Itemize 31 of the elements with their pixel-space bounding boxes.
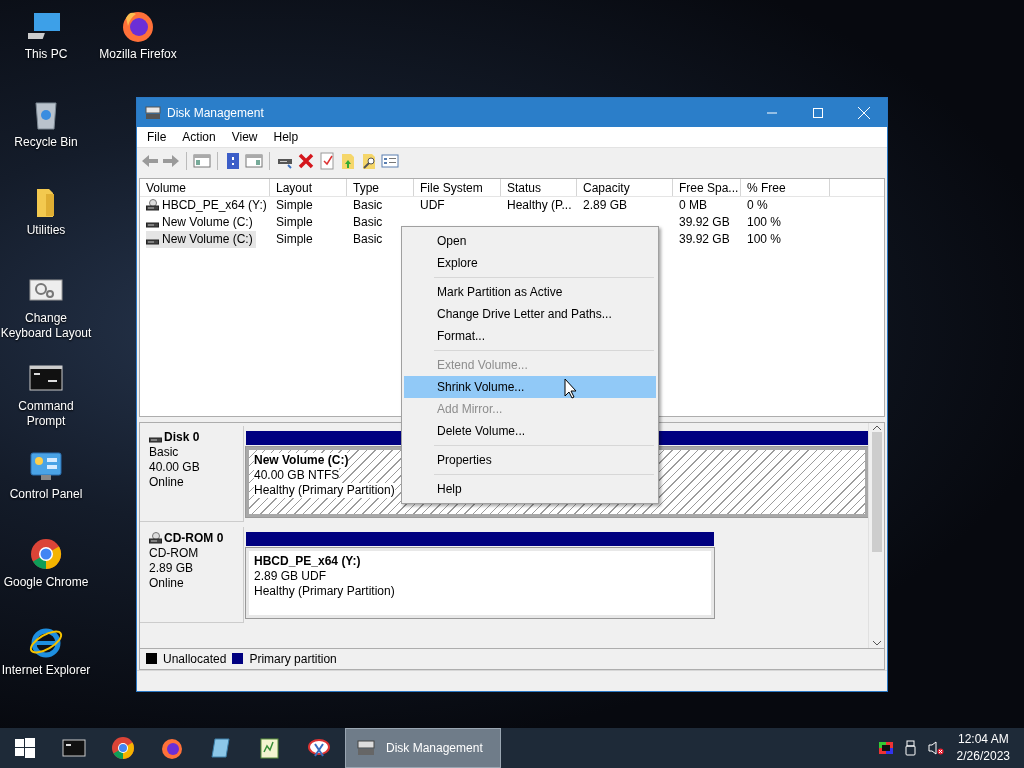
disk-size: 2.89 GB [149,561,195,577]
partition-detail: 40.00 GB NTFS [254,468,340,484]
partition-name: HBCD_PE_x64 (Y:) [254,554,361,570]
disk-name: CD-ROM 0 [164,531,224,547]
table-cell: Simple [276,197,313,215]
disk-type: CD-ROM [149,546,200,562]
table-cell: 39.92 GB [679,214,730,232]
disk-name: Disk 0 [164,430,200,446]
disk-status: Online [149,475,185,491]
window-title: Disk Management [167,105,265,120]
table-cell: 39.92 GB [679,231,730,249]
disk-status: Online [149,576,185,592]
table-cell: 0 % [747,197,768,215]
table-cell: Healthy (P... [507,197,572,215]
table-cell: 0 MB [679,197,707,215]
partition-name: New Volume (C:) [254,453,349,469]
table-cell: Simple [276,214,313,232]
table-cell: Basic [353,214,383,232]
disk-size: 40.00 GB [149,460,201,476]
table-cell: 2.89 GB [583,197,628,215]
table-cell: 100 % [747,214,782,232]
partition-status: Healthy (Primary Partition) [254,483,395,499]
legend-label: Unallocated [163,651,227,666]
table-cell: 100 % [747,231,782,249]
table-cell: Simple [276,231,313,249]
table-cell: Basic [353,231,383,249]
table-cell: UDF [420,197,445,215]
table-cell: Basic [353,197,383,215]
legend-label: Primary partition [249,651,337,666]
partition-status: Healthy (Primary Partition) [254,584,395,600]
disk-type: Basic [149,445,180,461]
